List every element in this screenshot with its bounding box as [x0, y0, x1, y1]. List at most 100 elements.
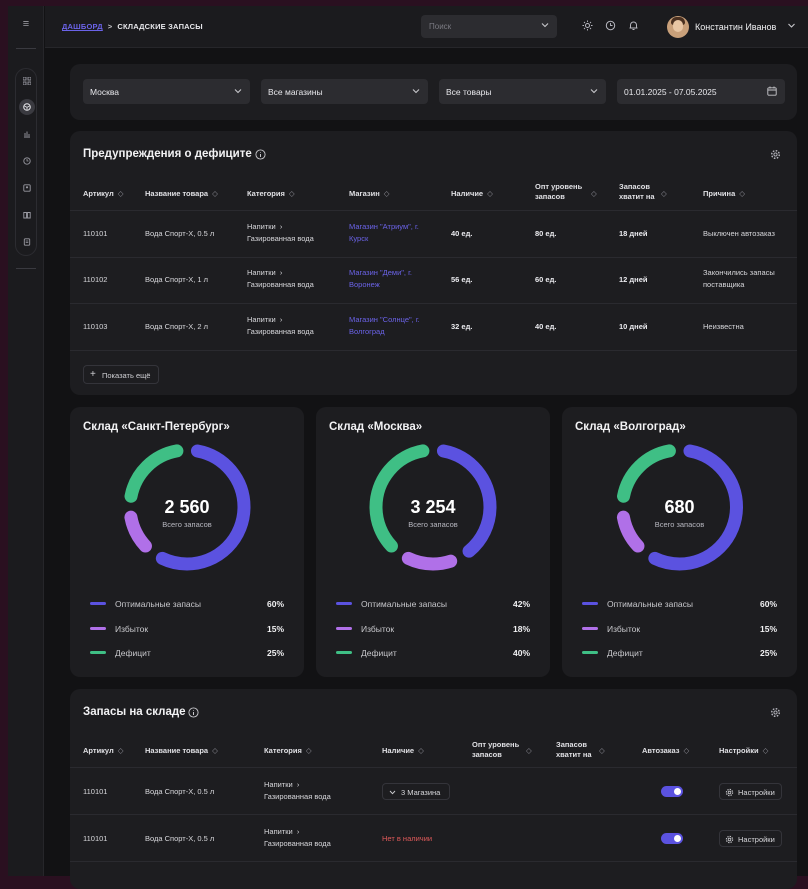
- warehouse-stock-panel: Запасы на складе Артикул ◇ Название товар…: [70, 689, 797, 889]
- gear-icon[interactable]: [770, 707, 781, 718]
- bell-icon[interactable]: [628, 20, 639, 31]
- column-header-autoorder[interactable]: Автозаказ ◇: [642, 746, 689, 756]
- search-input[interactable]: Поиск: [421, 15, 557, 38]
- user-name[interactable]: Константин Иванов: [695, 22, 776, 32]
- column-header-store[interactable]: Магазин ◇: [349, 189, 390, 199]
- gear-icon[interactable]: [770, 149, 781, 160]
- legend-label-deficit: Дефицит: [361, 648, 397, 658]
- sidebar-item-warehouse[interactable]: [19, 99, 35, 115]
- sidebar-item-analytics[interactable]: [19, 126, 35, 142]
- store-link[interactable]: Магазин "Атриум", г. Курск: [349, 221, 429, 245]
- chevron-down-icon: [234, 89, 242, 94]
- date-range-picker[interactable]: 01.01.2025 - 07.05.2025: [617, 79, 785, 104]
- sidebar-item-history[interactable]: [19, 153, 35, 169]
- info-icon[interactable]: [255, 149, 266, 160]
- grid-icon: [23, 77, 31, 85]
- availability-dropdown[interactable]: 3 Магазина: [382, 783, 450, 800]
- product-name-cell: Вода Спорт-Х, 2 л: [145, 322, 209, 331]
- donut-total-label: Всего запасов: [162, 520, 212, 529]
- legend-swatch-optimal: [336, 602, 352, 605]
- warehouse-card: Склад «Москва» 3 254 Всего запасов Оптим…: [316, 407, 550, 677]
- column-header-optimal-level[interactable]: Опт уровень запасов: [535, 182, 595, 202]
- legend-swatch-deficit: [582, 651, 598, 654]
- filters-panel: Москва Все магазины Все товары 01.01.202…: [70, 64, 797, 120]
- sidebar-divider: [16, 268, 36, 269]
- column-header-availability[interactable]: Наличие ◇: [382, 746, 424, 756]
- column-header-days[interactable]: Запасов хватит на: [619, 182, 663, 202]
- category-cell: Напитки › Газированная вода: [264, 827, 331, 848]
- column-header-settings[interactable]: Настройки ◇: [719, 746, 768, 756]
- breadcrumb-separator: >: [107, 22, 113, 31]
- show-more-button[interactable]: + Показать ещё: [83, 365, 159, 384]
- menu-icon[interactable]: ≡: [8, 18, 44, 30]
- breadcrumb-dashboard-link[interactable]: ДАШБОРД: [62, 22, 103, 31]
- info-icon[interactable]: [188, 707, 199, 718]
- column-header-category[interactable]: Категория ◇: [247, 189, 295, 199]
- sidebar-item-contacts[interactable]: [19, 180, 35, 196]
- history-icon[interactable]: [605, 20, 616, 31]
- stores-select[interactable]: Все магазины: [261, 79, 428, 104]
- chevron-down-icon: [541, 23, 549, 28]
- column-header-sku[interactable]: Артикул ◇: [83, 746, 124, 756]
- legend-swatch-optimal: [582, 602, 598, 605]
- legend-value-optimal: 42%: [512, 599, 530, 609]
- sun-icon[interactable]: [582, 20, 593, 31]
- sort-icon[interactable]: ◇: [661, 189, 667, 199]
- column-header-name[interactable]: Название товара ◇: [145, 189, 218, 199]
- settings-label: Настройки: [738, 788, 775, 797]
- search-placeholder: Поиск: [429, 22, 452, 31]
- days-cell: 10 дней: [619, 322, 648, 331]
- sort-icon[interactable]: ◇: [526, 746, 532, 756]
- settings-label: Настройки: [738, 835, 775, 844]
- donut-total-label: Всего запасов: [408, 520, 458, 529]
- top-bar: ДАШБОРД > СКЛАДСКИЕ ЗАПАСЫ Поиск Константи…: [45, 6, 808, 48]
- breadcrumb: ДАШБОРД > СКЛАДСКИЕ ЗАПАСЫ: [62, 22, 203, 31]
- calendar-icon: [767, 86, 777, 96]
- plus-icon: +: [90, 369, 96, 380]
- donut-total-label: Всего запасов: [654, 520, 705, 529]
- autoorder-toggle[interactable]: [661, 833, 683, 844]
- legend-swatch-deficit: [336, 651, 352, 654]
- column-header-sku[interactable]: Артикул ◇: [83, 189, 124, 199]
- store-link[interactable]: Магазин "Деми", г. Воронеж: [349, 267, 429, 291]
- book-icon: [23, 212, 31, 219]
- legend-label-deficit: Дефицит: [115, 648, 151, 658]
- products-select[interactable]: Все товары: [439, 79, 606, 104]
- out-of-stock-label: Нет в наличии: [382, 834, 433, 843]
- column-header-stock[interactable]: Наличие ◇: [451, 189, 493, 199]
- column-header-days[interactable]: Запасов хватит на: [556, 740, 602, 760]
- column-header-name[interactable]: Название товара ◇: [145, 746, 218, 756]
- product-name-cell: Вода Спорт-Х, 0.5 л: [145, 229, 215, 238]
- city-select[interactable]: Москва: [83, 79, 250, 104]
- column-header-optimal-level[interactable]: Опт уровень запасов: [472, 740, 528, 760]
- legend-value-optimal: 60%: [266, 599, 284, 609]
- city-select-value: Москва: [90, 87, 120, 97]
- column-header-reason[interactable]: Причина ◇: [703, 189, 745, 199]
- donut-total: 680: [664, 497, 695, 517]
- autoorder-toggle[interactable]: [661, 786, 683, 797]
- donut-chart: [616, 443, 743, 571]
- legend-value-deficit: 25%: [759, 648, 777, 658]
- category-cell: Напитки › Газированная вода: [247, 315, 314, 336]
- days-cell: 18 дней: [619, 229, 648, 238]
- settings-button[interactable]: Настройки: [719, 783, 782, 800]
- sort-icon[interactable]: ◇: [599, 746, 605, 756]
- sort-icon[interactable]: ◇: [591, 189, 597, 199]
- stores-select-value: Все магазины: [268, 87, 323, 97]
- store-link[interactable]: Магазин "Солнце", г. Волгоград: [349, 314, 429, 338]
- reason-cell: Неизвестна: [703, 322, 744, 331]
- product-name-cell: Вода Спорт-Х, 0.5 л: [145, 787, 215, 796]
- settings-button[interactable]: Настройки: [719, 830, 782, 847]
- sku-cell: 110102: [83, 275, 108, 284]
- document-icon: [23, 238, 31, 246]
- stock-cell: 32 ед.: [451, 322, 473, 331]
- sidebar-item-dashboard[interactable]: [19, 73, 35, 89]
- warehouse-stock-title: Запасы на складе: [83, 706, 186, 718]
- avatar[interactable]: [667, 16, 689, 38]
- sidebar-item-catalog[interactable]: [19, 207, 35, 223]
- sidebar-item-documents[interactable]: [19, 234, 35, 250]
- chevron-down-icon: [389, 790, 396, 795]
- chevron-down-icon[interactable]: [787, 21, 796, 30]
- sidebar-divider: [16, 48, 36, 49]
- column-header-category[interactable]: Категория ◇: [264, 746, 312, 756]
